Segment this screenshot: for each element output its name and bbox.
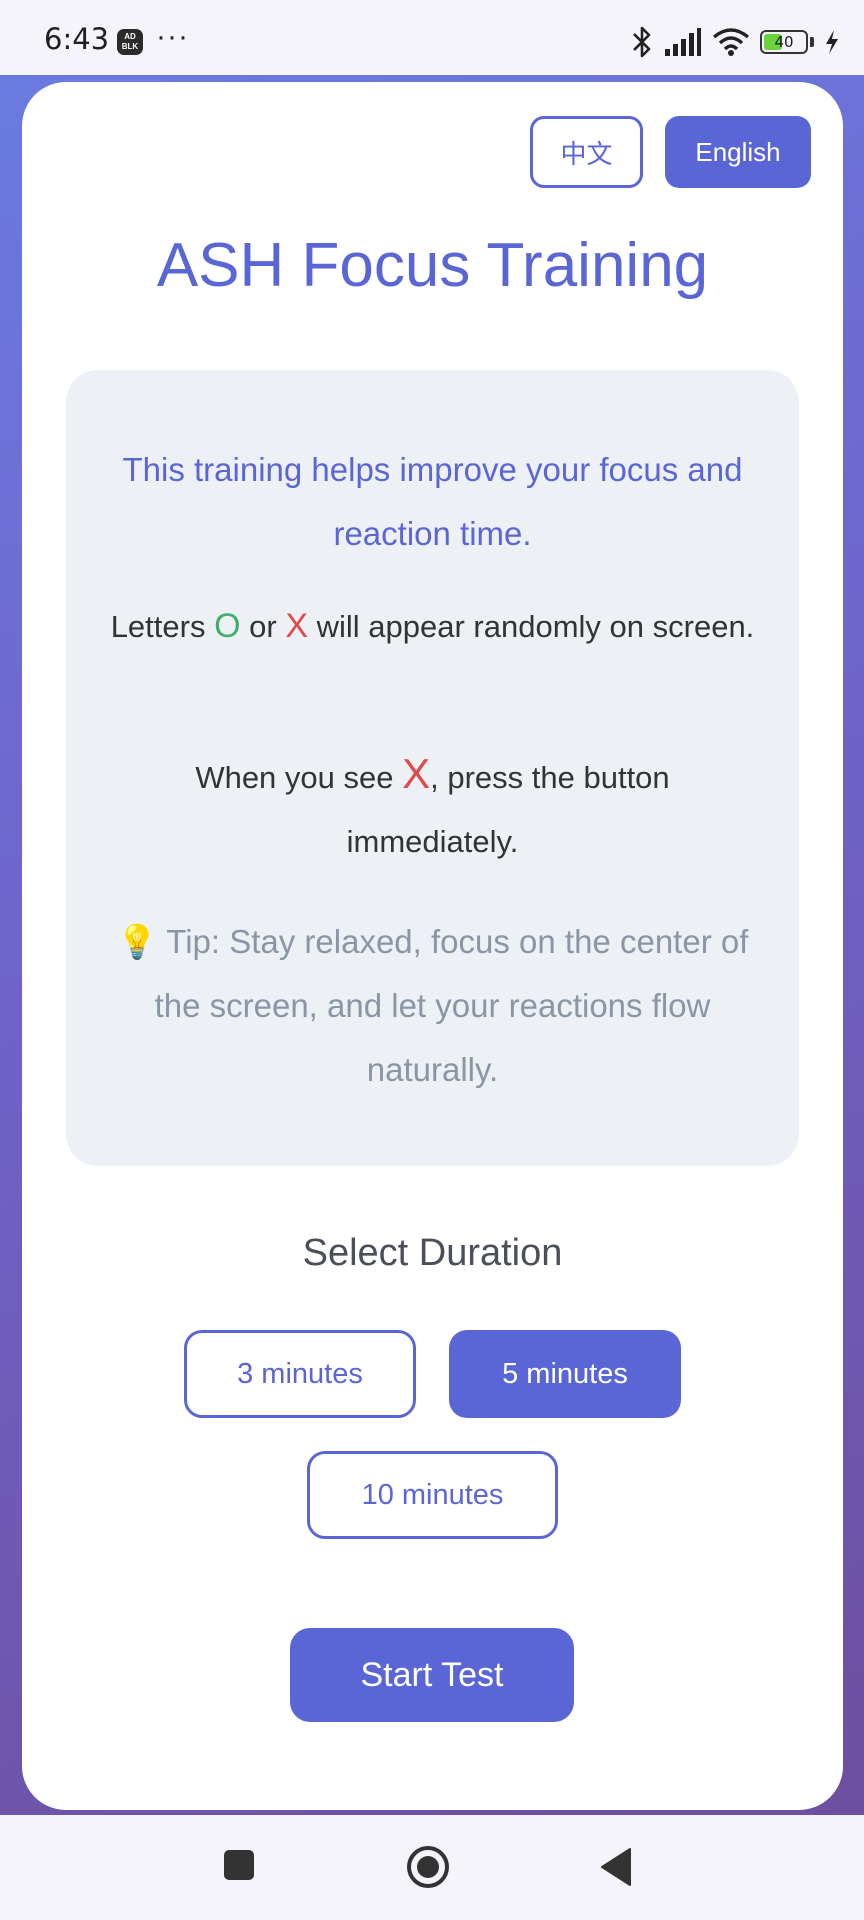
bluetooth-icon [633, 26, 651, 58]
duration-3-minutes-button[interactable]: 3 minutes [184, 1330, 416, 1418]
status-bar: 6:43 AD BLK ··· 40 [0, 0, 864, 75]
intro-text: This training helps improve your focus a… [122, 451, 743, 552]
status-time: 6:43 [44, 22, 110, 56]
language-switcher: 中文 English [530, 116, 811, 188]
navigation-bar [0, 1815, 864, 1920]
start-test-button[interactable]: Start Test [290, 1628, 574, 1722]
duration-10-minutes-button[interactable]: 10 minutes [307, 1451, 558, 1539]
letter-x: X [285, 607, 309, 645]
battery-percent: 40 [774, 33, 794, 51]
tip-text: 💡 Tip: Stay relaxed, focus on the center… [106, 910, 759, 1102]
battery-icon: 40 [760, 30, 808, 54]
page-title: ASH Focus Training [156, 231, 709, 300]
adblock-icon: AD BLK [117, 29, 143, 55]
home-button[interactable] [404, 1845, 452, 1889]
back-button[interactable] [598, 1845, 634, 1889]
lightbulb-icon: 💡 [116, 923, 158, 960]
press-instruction: When you see X, press the button immedia… [106, 742, 759, 874]
recents-button[interactable] [222, 1845, 258, 1885]
wifi-icon [712, 28, 750, 56]
chinese-language-button[interactable]: 中文 [530, 116, 643, 188]
signal-icon [665, 28, 701, 56]
letters-prefix: Letters [110, 609, 215, 644]
battery-cap [810, 37, 814, 47]
status-icons: 40 [630, 22, 840, 62]
duration-5-minutes-button[interactable]: 5 minutes [449, 1330, 681, 1418]
press-letter-x: X [402, 750, 431, 797]
english-language-button[interactable]: English [665, 116, 811, 188]
press-prefix: When you see [195, 760, 403, 795]
letters-or: or [240, 609, 286, 644]
main-card: 中文 English ASH Focus Training This train… [22, 82, 843, 1810]
letters-suffix: will appear randomly on screen. [308, 609, 755, 644]
tip-label: Tip: Stay relaxed, focus on the center o… [154, 923, 749, 1088]
select-duration-heading: Select Duration [302, 1232, 563, 1274]
charging-icon [826, 30, 838, 54]
instructions-box: This training helps improve your focus a… [66, 370, 799, 1166]
letter-o: O [214, 607, 241, 645]
more-notifications-icon: ··· [156, 20, 189, 53]
letters-instruction: Letters O or X will appear randomly on s… [106, 596, 759, 657]
